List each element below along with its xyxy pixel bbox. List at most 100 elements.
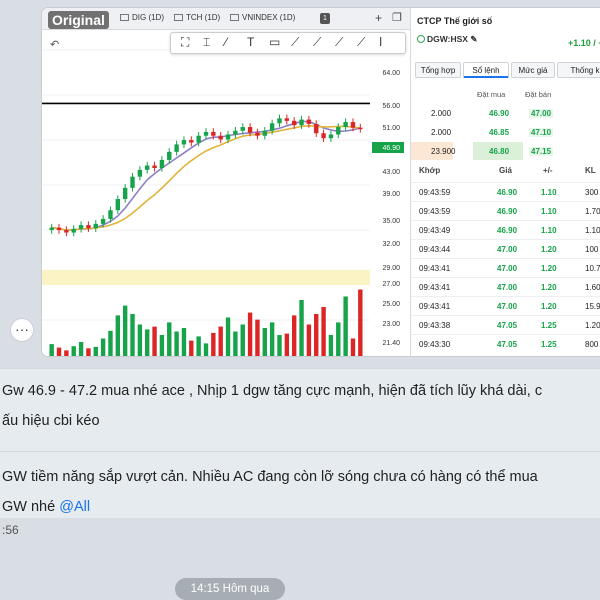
message-text-part: GW nhé	[2, 499, 60, 515]
candle-body	[350, 122, 356, 128]
volume-bar	[255, 319, 260, 356]
volume-bar	[64, 350, 69, 356]
tab-vnindex[interactable]: VNINDEX (1D)	[230, 13, 295, 22]
add-tab-icon[interactable]: +	[375, 11, 382, 25]
restore-window-icon[interactable]: ❐	[392, 11, 402, 24]
volume-bar	[218, 326, 223, 356]
candle-body	[167, 151, 172, 160]
date-separator: 14:15 Hôm qua	[175, 578, 285, 600]
drawing-tool-icon[interactable]: ⟋	[313, 35, 321, 50]
volume-bar	[358, 289, 363, 356]
match-price: 47.05	[497, 340, 518, 349]
volume-bar	[211, 332, 216, 356]
edit-icon[interactable]: ✎	[470, 34, 477, 44]
drawing-tool-icon[interactable]: ⟋	[291, 35, 299, 50]
volume-bar	[108, 330, 113, 356]
candle-body	[100, 218, 106, 224]
price-tick-label: 23.00	[382, 321, 400, 328]
volume-bar	[130, 314, 135, 356]
ticker-label: DGW:HSX	[427, 34, 468, 44]
tab-order-book[interactable]: Sổ lệnh	[463, 62, 509, 78]
candle-body	[336, 127, 341, 135]
original-badge: Original	[48, 11, 109, 29]
volume-bar	[196, 336, 201, 356]
drawing-tool-icon[interactable]: ⟋	[357, 35, 365, 50]
match-price: 47.00	[497, 302, 518, 311]
candle-body	[225, 134, 231, 140]
undo-icon[interactable]: ↶	[50, 39, 59, 51]
drawing-tool-icon[interactable]: T	[247, 35, 254, 49]
tab-dig[interactable]: DIG (1D)	[120, 13, 164, 22]
match-time: 09:43:41	[419, 302, 451, 311]
tab-statistics[interactable]: Thống k	[557, 62, 600, 78]
candle-body	[174, 144, 179, 152]
candle-body	[196, 135, 201, 143]
match-row: 09:43:30 47.05 1.25 800	[411, 334, 600, 353]
match-row: 09:43:41 47.00 1.20 10.700	[411, 258, 600, 277]
volume-bar	[56, 347, 62, 356]
candle-body	[93, 223, 98, 229]
match-row: 09:43:41 47.00 1.20 15.900	[411, 296, 600, 315]
highlight-band	[42, 270, 370, 285]
volume-bar	[306, 324, 312, 356]
volume-bar	[49, 344, 54, 356]
drawing-tool-icon[interactable]: ⛶	[181, 35, 189, 50]
tab-tch[interactable]: TCH (1D)	[174, 13, 220, 22]
match-vol: 300	[585, 188, 599, 197]
match-time: 09:43:59	[419, 188, 451, 197]
candle-body	[64, 230, 69, 233]
candle-body	[240, 127, 245, 131]
match-vol: 10.700	[585, 264, 600, 273]
match-price: 46.90	[497, 207, 518, 216]
match-vol: 1.700	[585, 207, 600, 216]
candle-body	[358, 127, 363, 130]
volume-bar	[115, 315, 121, 356]
volume-bar	[321, 307, 326, 356]
match-chg: 1.20	[541, 245, 557, 254]
candlestick-chart[interactable]: 64.00 56.00 51.00 46.90 43.00 39.00 35.00 32.00…	[42, 30, 410, 356]
drawing-tool-icon[interactable]: ⌶	[203, 35, 210, 50]
candle-body	[56, 227, 62, 231]
drawing-tool-icon[interactable]: ⅼ	[379, 35, 382, 49]
volume-bar	[328, 335, 334, 356]
ask-price: 47.10	[529, 128, 554, 137]
candle-body	[181, 140, 187, 145]
chart-tab-icon	[230, 14, 239, 21]
drawing-tool-icon[interactable]: ▭	[269, 35, 280, 49]
tab-label: VNINDEX (1D)	[242, 13, 296, 22]
volume-bar	[122, 305, 128, 356]
volume-bar	[291, 315, 297, 356]
order-book-row: 23.900 46.80 47.15 9.	[411, 142, 600, 160]
candle-body	[343, 122, 348, 128]
match-time: 09:43:59	[419, 207, 451, 216]
price-tick-label: 32.00	[382, 241, 400, 248]
volume-bar	[203, 343, 209, 356]
tab-price-levels[interactable]: Mức giá	[511, 62, 555, 78]
drawing-tool-icon[interactable]: ⁄	[225, 35, 227, 49]
volume-bar	[159, 335, 165, 356]
shared-screenshot[interactable]: Original DIG (1D) TCH (1D) VNINDEX (1D) …	[42, 8, 600, 356]
price-tick-label: 29.00	[382, 265, 400, 272]
candle-body	[299, 119, 304, 126]
match-row: 09:43:38 47.05 1.25 1.200	[411, 315, 600, 334]
match-chg: 1.20	[541, 264, 557, 273]
tab-summary[interactable]: Tổng hợp	[415, 62, 461, 78]
match-row: 09:43:59 46.90 1.10 1.700	[411, 201, 600, 220]
drawing-toolbar: ⛶ ⌶ ⁄ T ▭ ⟋ ⟋ ⟋ ⟋ ⅼ	[170, 32, 406, 54]
match-chg: 1.10	[541, 207, 557, 216]
match-time: 09:43:41	[419, 264, 451, 273]
ma-slow-line	[51, 124, 361, 231]
candle-body	[115, 199, 121, 211]
price-tick-label: 35.00	[382, 218, 400, 225]
mention-all[interactable]: @All	[59, 499, 90, 515]
volume-bar	[100, 338, 106, 356]
candle-body	[137, 169, 143, 177]
volume-bar	[240, 324, 245, 356]
ticker-symbol[interactable]: DGW:HSX ✎	[417, 34, 477, 45]
more-options-button[interactable]: ···	[10, 318, 34, 342]
drawing-tool-icon[interactable]: ⟋	[335, 35, 343, 50]
candle-body	[152, 165, 157, 168]
message-text: Gw 46.9 - 47.2 mua nhé ace , Nhịp 1 dgw …	[2, 383, 543, 399]
price-chart[interactable]: 64.00 56.00 51.00 46.90 43.00 39.00 35.00 32.00…	[42, 30, 410, 356]
match-vol: 800	[585, 340, 599, 349]
